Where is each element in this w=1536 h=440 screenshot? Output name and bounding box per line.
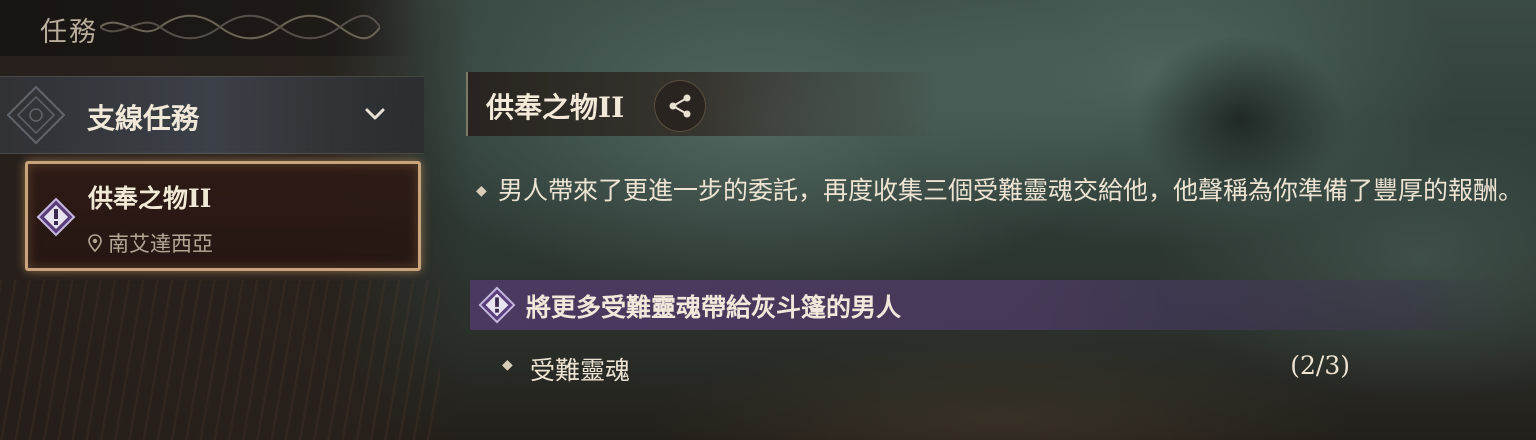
quest-marker-icon — [36, 197, 76, 237]
quest-location-label: 南艾達西亞 — [108, 232, 213, 256]
share-icon — [669, 94, 691, 118]
quest-objective: 將更多受難靈魂帶給灰斗篷的男人 — [470, 280, 1510, 330]
location-pin-icon — [88, 234, 102, 252]
share-button[interactable] — [654, 80, 706, 132]
category-emblem-icon — [6, 85, 66, 145]
category-label: 支線任務 — [87, 102, 200, 135]
quest-marker-icon — [478, 286, 516, 324]
sub-objective-row: ◆ 受難靈魂 (2/3) — [500, 347, 1360, 391]
sub-objective-progress: (2/3) — [1290, 351, 1350, 380]
objective-label: 將更多受難靈魂帶給灰斗篷的男人 — [526, 293, 902, 322]
background-tree-silhouette — [1080, 0, 1400, 260]
bullet-icon: ◆ — [502, 357, 513, 373]
quest-item-title: 供奉之物II — [88, 184, 212, 213]
quest-detail-header: 供奉之物II — [466, 72, 938, 136]
quest-description: ◆ 男人帶來了更進一步的委託，再度收集三個受難靈魂交給他，他聲稱為你準備了豐厚的… — [476, 168, 1528, 214]
quest-item-location: 南艾達西亞 — [88, 228, 213, 258]
bullet-icon: ◆ — [476, 183, 487, 199]
quest-detail-title: 供奉之物II — [486, 91, 625, 124]
quest-description-text: 男人帶來了更進一步的委託，再度收集三個受難靈魂交給他，他聲稱為你準備了豐厚的報酬… — [498, 176, 1524, 205]
ornament-divider-icon — [100, 14, 380, 40]
sub-objective-label: 受難靈魂 — [530, 356, 631, 385]
category-side-quests[interactable]: 支線任務 — [0, 76, 424, 154]
journal-title: 任務 — [40, 17, 98, 48]
chevron-down-icon[interactable] — [364, 105, 386, 123]
quest-list-item[interactable]: 供奉之物II 南艾達西亞 — [25, 161, 421, 271]
journal-header: 任務 — [0, 0, 420, 56]
